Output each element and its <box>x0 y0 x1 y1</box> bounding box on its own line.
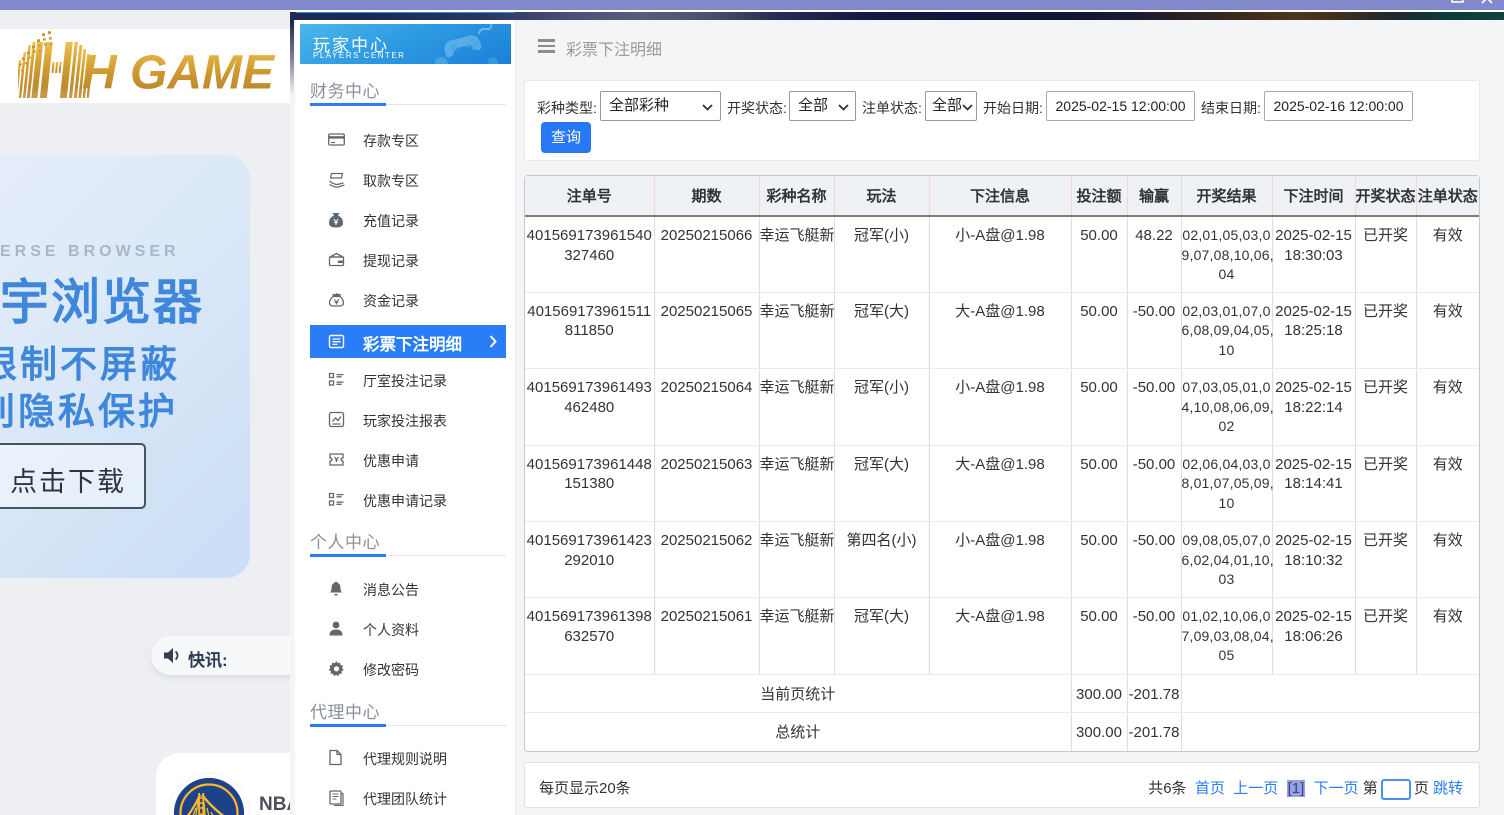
svg-text:H GAME: H GAME <box>82 47 276 100</box>
